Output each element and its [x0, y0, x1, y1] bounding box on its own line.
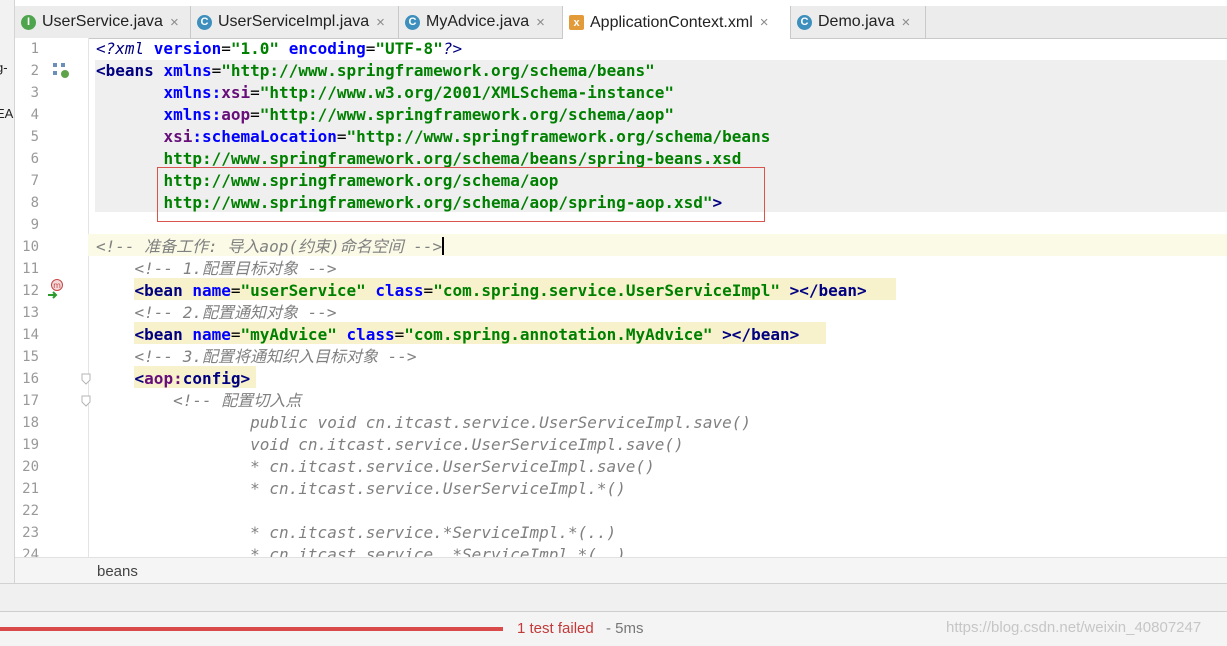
line-number: 11 [22, 261, 39, 277]
code-line-15: <!-- 3.配置将通知织入目标对象 --> [134, 347, 417, 366]
class-icon: C [797, 14, 812, 30]
svg-text:m: m [53, 281, 61, 290]
test-result-text[interactable]: 1 test failed [517, 620, 594, 637]
tab-label: UserServiceImpl.java [218, 13, 370, 30]
code-line-19: void cn.itcast.service.UserServiceImpl.s… [250, 435, 684, 454]
line-number: 7 [30, 173, 39, 189]
tab-demo-java[interactable]: C Demo.java × [791, 6, 926, 38]
text-caret [442, 237, 445, 255]
line-number: 6 [30, 151, 39, 167]
line-number: 4 [30, 107, 39, 123]
line-number: 13 [22, 305, 39, 321]
code-line-13: <!-- 2.配置通知对象 --> [134, 303, 337, 322]
class-icon: C [197, 14, 212, 30]
line-number: 2 [30, 63, 39, 79]
test-status-bar: 1 test failed - 5ms https://blog.csdn.ne… [0, 611, 1227, 646]
breadcrumb-item[interactable]: beans [97, 563, 138, 580]
watermark: https://blog.csdn.net/weixin_40807247 [946, 619, 1202, 636]
breadcrumb[interactable]: beans [15, 557, 1227, 584]
code-line-4: xmlns:aop="http://www.springframework.or… [163, 105, 674, 124]
interface-icon: I [21, 14, 36, 30]
tool-window-divider [0, 583, 1227, 612]
line-number: 16 [22, 371, 39, 387]
close-icon[interactable]: × [760, 14, 769, 31]
annotation-highlight-box [157, 167, 765, 222]
line-number: 20 [22, 459, 39, 475]
test-duration: - 5ms [606, 620, 644, 637]
line-number: 19 [22, 437, 39, 453]
line-number: 12 [22, 283, 39, 299]
line-number-gutter[interactable]: 1 2 3 4 5 6 7 8 9 10 11 12 13 14 15 16 1… [15, 38, 91, 563]
tab-myadvice-java[interactable]: C MyAdvice.java × [399, 6, 563, 38]
tab-userservice-java[interactable]: I UserService.java × [15, 6, 191, 38]
tab-userserviceimpl-java[interactable]: C UserServiceImpl.java × [191, 6, 399, 38]
tab-label: ApplicationContext.xml [590, 13, 753, 31]
line-number: 1 [30, 41, 39, 57]
code-line-12: <bean name="userService" class="com.spri… [134, 281, 867, 300]
class-icon: C [405, 14, 420, 30]
line-number: 15 [22, 349, 39, 365]
editor-tab-bar: I UserService.java × C UserServiceImpl.j… [15, 6, 1227, 39]
tab-applicationcontext-xml[interactable]: x ApplicationContext.xml × [563, 6, 791, 39]
close-icon[interactable]: × [170, 14, 179, 31]
line-number: 23 [22, 525, 39, 541]
line-number: 14 [22, 327, 39, 343]
code-line-11: <!-- 1.配置目标对象 --> [134, 259, 337, 278]
line-number: 18 [22, 415, 39, 431]
code-line-5: xsi:schemaLocation="http://www.springfra… [163, 127, 771, 146]
line-number: 17 [22, 393, 39, 409]
spring-bean-gutter-icon[interactable] [52, 61, 70, 79]
code-line-18: public void cn.itcast.service.UserServic… [250, 413, 752, 432]
code-line-23: * cn.itcast.service.*ServiceImpl.*(..) [250, 523, 617, 542]
test-progress-bar [0, 627, 503, 631]
tab-label: Demo.java [818, 13, 895, 30]
code-line-2: <beans xmlns="http://www.springframework… [96, 61, 655, 80]
code-line-24: * cn.itcast.service..*ServiceImpl.*(..) [250, 545, 626, 557]
tab-label: MyAdvice.java [426, 13, 530, 30]
line-number: 21 [22, 481, 39, 497]
line-number: 9 [30, 217, 39, 233]
code-line-17: <!-- 配置切入点 [173, 391, 302, 410]
line-number: 5 [30, 129, 39, 145]
panel-fragment: EA [0, 106, 14, 121]
line-number: 3 [30, 85, 39, 101]
code-line-16: <aop:config> [134, 369, 251, 388]
code-line-20: * cn.itcast.service.UserServiceImpl.save… [250, 457, 655, 476]
line-number: 8 [30, 195, 39, 211]
close-icon[interactable]: × [901, 14, 910, 31]
line-number: 22 [22, 503, 39, 519]
code-line-14: <bean name="myAdvice" class="com.spring.… [134, 325, 800, 344]
code-line-21: * cn.itcast.service.UserServiceImpl.*() [250, 479, 626, 498]
xml-code-editor[interactable]: <?xml version="1.0" encoding="UTF-8"?> <… [88, 38, 1227, 557]
tab-label: UserService.java [42, 13, 163, 30]
xml-file-icon: x [569, 15, 584, 30]
project-panel-edge: g- EA [0, 0, 15, 583]
close-icon[interactable]: × [536, 14, 545, 31]
code-line-1: <?xml version="1.0" encoding="UTF-8"?> [96, 39, 463, 58]
code-line-3: xmlns:xsi="http://www.w3.org/2001/XMLSch… [163, 83, 674, 102]
code-line-10: <!-- 准备工作: 导入aop(约束)命名空间 --> [96, 237, 445, 256]
panel-fragment: g- [0, 60, 8, 75]
line-number: 10 [22, 239, 39, 255]
aop-advice-gutter-icon[interactable]: m [47, 279, 65, 299]
close-icon[interactable]: × [376, 14, 385, 31]
